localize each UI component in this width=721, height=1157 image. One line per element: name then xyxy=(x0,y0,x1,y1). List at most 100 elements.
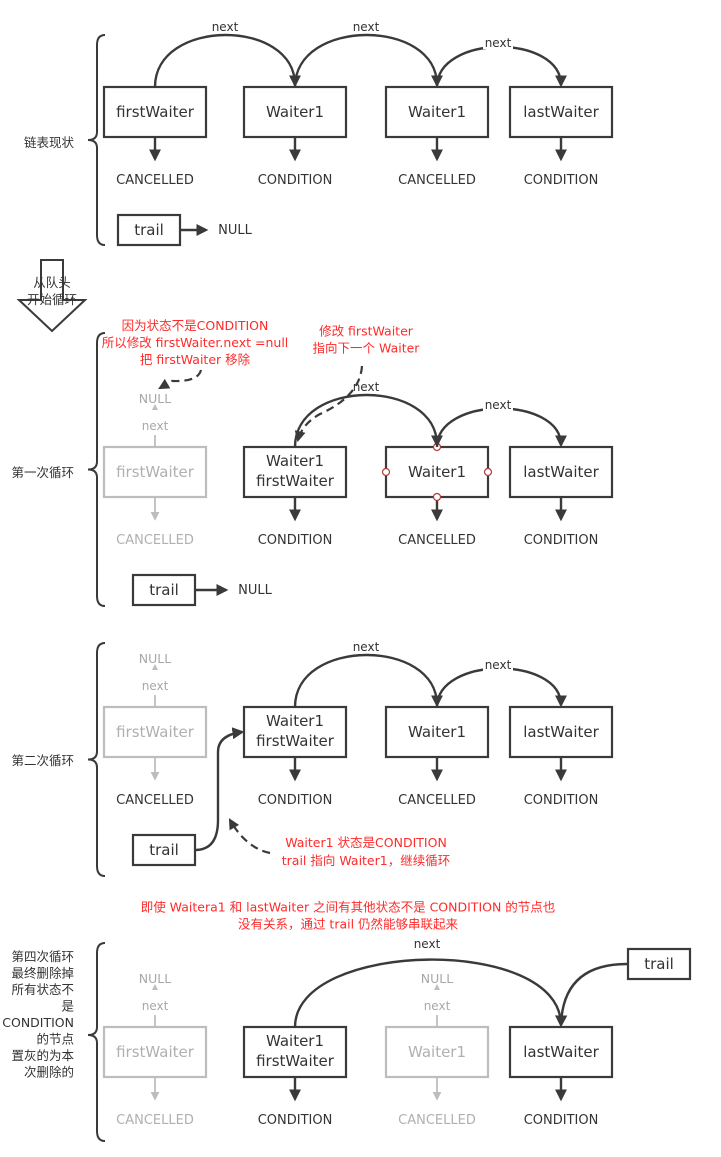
trail-node[interactable]: trail xyxy=(116,213,182,247)
trail-pointer xyxy=(555,962,628,1028)
section-label: CONDITION xyxy=(2,1015,74,1030)
next-label: next xyxy=(142,999,169,1013)
trail-label: trail xyxy=(149,581,179,599)
section-current: 链表现状 firstWaiter CANCELLED Waiter1 CONDITION… xyxy=(24,34,614,246)
section-label: 次删除的 xyxy=(24,1065,74,1080)
null-label: NULL xyxy=(139,971,171,986)
selection-handle[interactable] xyxy=(483,467,493,477)
selection-handle[interactable] xyxy=(381,467,391,477)
node-state: CONDITION xyxy=(524,793,599,808)
node-state: CANCELLED xyxy=(116,1113,194,1128)
node-label: firstWaiter xyxy=(116,463,195,481)
next-edge xyxy=(293,958,567,1028)
annotation-note: 所以修改 firstWaiter.next =null xyxy=(102,335,289,350)
list-node[interactable]: Waiter1 firstWaiter CONDITION xyxy=(242,1025,348,1128)
list-node[interactable]: firstWaiter CANCELLED next NULL xyxy=(102,391,208,548)
start-arrow-label: 开始循环 xyxy=(27,292,77,307)
list-node[interactable]: Waiter1 CANCELLED xyxy=(384,705,490,808)
diagram-canvas: 链表现状 firstWaiter CANCELLED Waiter1 CONDITION… xyxy=(2,20,692,1142)
node-label: firstWaiter xyxy=(256,472,335,490)
list-node[interactable]: Waiter1 firstWaiter CONDITION xyxy=(242,445,348,548)
node-label: lastWaiter xyxy=(523,1043,599,1061)
section-brace xyxy=(87,34,106,246)
list-node[interactable]: lastWaiter CONDITION xyxy=(508,85,614,188)
next-edge xyxy=(435,407,567,448)
annotation-note: 因为状态不是CONDITION xyxy=(122,318,269,333)
next-label: next xyxy=(142,419,169,433)
node-label: lastWaiter xyxy=(523,463,599,481)
node-label: Waiter1 xyxy=(266,1032,324,1050)
selection-handle[interactable] xyxy=(432,492,442,502)
next-label: next xyxy=(353,20,380,34)
node-label: lastWaiter xyxy=(523,103,599,121)
node-label: Waiter1 xyxy=(408,103,466,121)
list-node[interactable]: Waiter1 CANCELLED next NULL xyxy=(384,971,490,1128)
node-state: CANCELLED xyxy=(116,533,194,548)
section-label: 第二次循环 xyxy=(11,753,74,768)
section-label: 第一次循环 xyxy=(11,465,74,480)
node-state: CONDITION xyxy=(258,793,333,808)
list-node[interactable]: lastWaiter CONDITION xyxy=(508,1025,614,1128)
trail-label: trail xyxy=(134,221,164,239)
next-edge xyxy=(293,653,443,708)
list-node[interactable]: Waiter1 CANCELLED xyxy=(381,442,493,549)
next-edge xyxy=(153,33,301,88)
trail-node[interactable]: trail xyxy=(626,947,692,981)
annotation-note: 修改 firstWaiter xyxy=(319,324,414,339)
section-label: 置灰的为本 xyxy=(11,1048,74,1063)
node-state: CONDITION xyxy=(524,173,599,188)
node-label: firstWaiter xyxy=(116,103,195,121)
node-label: Waiter1 xyxy=(266,103,324,121)
section-brace xyxy=(87,642,106,877)
list-node[interactable]: lastWaiter CONDITION xyxy=(508,705,614,808)
node-state: CANCELLED xyxy=(398,1113,476,1128)
next-label: next xyxy=(212,20,239,34)
list-node[interactable]: Waiter1 firstWaiter CONDITION xyxy=(242,705,348,808)
loop-start-arrow: 从队头开始循环 xyxy=(16,259,88,333)
node-state: CONDITION xyxy=(524,1113,599,1128)
node-state: CONDITION xyxy=(258,533,333,548)
node-state: CANCELLED xyxy=(398,533,476,548)
annotation-note: 把 firstWaiter 移除 xyxy=(140,352,251,367)
section-label: 链表现状 xyxy=(24,135,75,150)
section-label: 第四次循环 xyxy=(11,949,74,964)
list-node[interactable]: firstWaiter CANCELLED xyxy=(102,85,208,188)
section-label: 最终删除掉 xyxy=(11,966,74,981)
null-label: NULL xyxy=(421,971,453,986)
node-label: Waiter1 xyxy=(266,712,324,730)
node-label: Waiter1 xyxy=(408,463,466,481)
node-state: CONDITION xyxy=(524,533,599,548)
list-node[interactable]: firstWaiter CANCELLED next NULL xyxy=(102,971,208,1128)
trail-label: trail xyxy=(149,841,179,859)
null-label: NULL xyxy=(139,391,171,406)
node-label: firstWaiter xyxy=(256,1052,335,1070)
node-label: Waiter1 xyxy=(266,452,324,470)
section-label: 的节点 xyxy=(36,1032,74,1047)
section-brace xyxy=(87,332,106,607)
node-label: firstWaiter xyxy=(256,732,335,750)
list-node[interactable]: Waiter1 CONDITION xyxy=(242,85,348,188)
null-label: NULL xyxy=(139,651,171,666)
dashed-pointer xyxy=(158,369,203,390)
node-label: firstWaiter xyxy=(116,1043,195,1061)
start-arrow-label: 从队头 xyxy=(33,275,71,290)
next-edge xyxy=(293,393,443,448)
next-label: next xyxy=(353,640,380,654)
next-label: next xyxy=(485,36,512,50)
trail-node[interactable]: trail xyxy=(131,833,197,867)
section-label: 是 xyxy=(61,999,74,1014)
null-label: NULL xyxy=(218,223,252,238)
next-label: next xyxy=(424,999,451,1013)
list-node[interactable]: lastWaiter CONDITION xyxy=(508,445,614,548)
node-state: CANCELLED xyxy=(398,173,476,188)
list-node[interactable]: firstWaiter CANCELLED next NULL xyxy=(102,651,208,808)
list-node[interactable]: Waiter1 CANCELLED xyxy=(384,85,490,188)
node-label: Waiter1 xyxy=(408,723,466,741)
next-label: next xyxy=(414,937,441,951)
next-label: next xyxy=(485,398,512,412)
node-state: CONDITION xyxy=(258,1113,333,1128)
dashed-pointer xyxy=(228,818,271,855)
node-state: CANCELLED xyxy=(398,793,476,808)
trail-label: trail xyxy=(644,955,674,973)
trail-node[interactable]: trail xyxy=(131,573,197,607)
